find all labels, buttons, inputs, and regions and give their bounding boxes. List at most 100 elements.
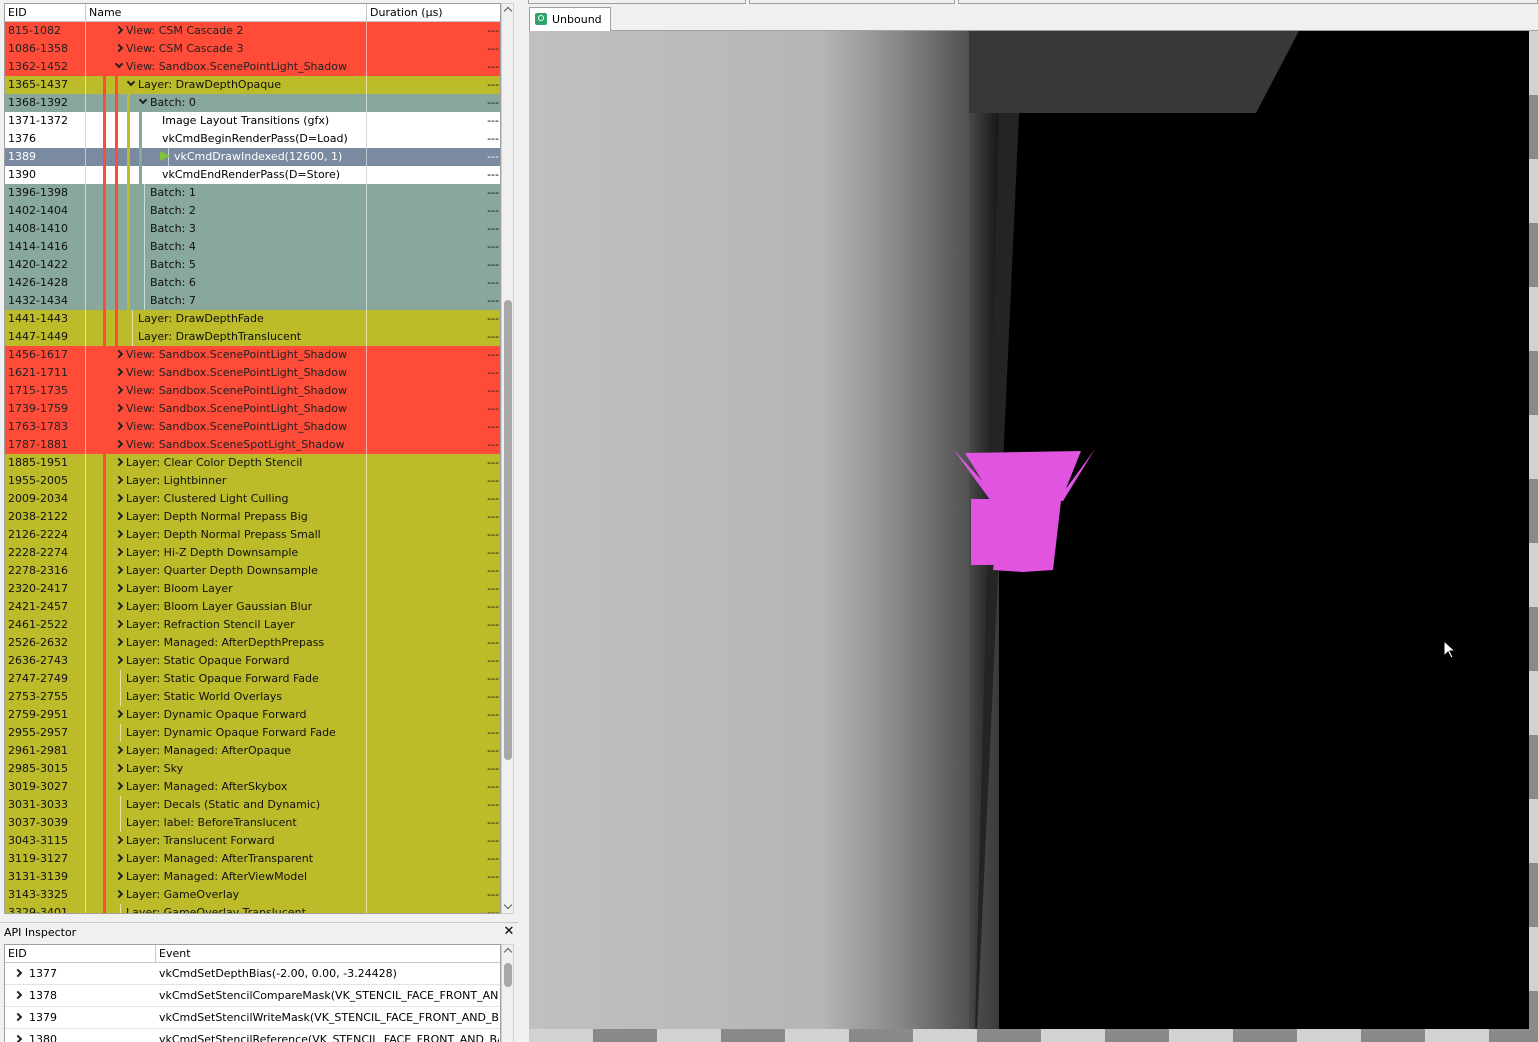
- chevron-right-icon[interactable]: [114, 619, 124, 629]
- event-row[interactable]: 1390 vkCmdEndRenderPass(D=Store) ---: [5, 166, 500, 184]
- bookmark-flag-icon[interactable]: [160, 151, 170, 161]
- scroll-up-icon[interactable]: [503, 6, 513, 16]
- chevron-right-icon[interactable]: [114, 493, 124, 503]
- event-row[interactable]: 2421-2457 Layer: Bloom Layer Gaussian Blu…: [5, 598, 500, 616]
- event-row[interactable]: 2009-2034 Layer: Clustered Light Culling -…: [5, 490, 500, 508]
- chevron-right-icon[interactable]: [114, 853, 124, 863]
- event-row[interactable]: 1414-1416 Batch: 4 ---: [5, 238, 500, 256]
- event-row[interactable]: 1441-1443 Layer: DrawDepthFade ---: [5, 310, 500, 328]
- chevron-right-icon[interactable]: [114, 655, 124, 665]
- event-row[interactable]: 2228-2274 Layer: Hi-Z Depth Downsample ---: [5, 544, 500, 562]
- event-row[interactable]: 2759-2951 Layer: Dynamic Opaque Forward --…: [5, 706, 500, 724]
- event-row[interactable]: 2320-2417 Layer: Bloom Layer ---: [5, 580, 500, 598]
- event-row[interactable]: 1368-1392 Batch: 0 ---: [5, 94, 500, 112]
- chevron-right-icon[interactable]: [13, 968, 23, 978]
- event-row[interactable]: 1787-1881 View: Sandbox.SceneSpotLight_Sh…: [5, 436, 500, 454]
- chevron-right-icon[interactable]: [114, 421, 124, 431]
- event-row[interactable]: 2955-2957 Layer: Dynamic Opaque Forward F…: [5, 724, 500, 742]
- toolbar-tab-1[interactable]: [528, 0, 746, 4]
- event-row[interactable]: 2126-2224 Layer: Depth Normal Prepass Sma…: [5, 526, 500, 544]
- event-row[interactable]: 2526-2632 Layer: Managed: AfterDepthPrepa…: [5, 634, 500, 652]
- scroll-up-icon[interactable]: [503, 947, 513, 957]
- scroll-thumb[interactable]: [504, 300, 512, 760]
- chevron-right-icon[interactable]: [114, 871, 124, 881]
- api-list-scrollbar[interactable]: [501, 944, 514, 1042]
- api-event-row[interactable]: 1379 vkCmdSetStencilWriteMask(VK_STENCIL_…: [5, 1007, 500, 1029]
- scroll-down-icon[interactable]: [503, 900, 513, 910]
- chevron-right-icon[interactable]: [114, 781, 124, 791]
- chevron-down-icon[interactable]: [114, 59, 124, 69]
- event-row[interactable]: 1402-1404 Batch: 2 ---: [5, 202, 500, 220]
- panel-splitter[interactable]: [518, 0, 528, 1042]
- event-row[interactable]: 1086-1358 View: CSM Cascade 3 ---: [5, 40, 500, 58]
- column-header-duration[interactable]: Duration (µs): [367, 4, 500, 22]
- texture-viewport[interactable]: [529, 31, 1529, 1029]
- tab-unbound[interactable]: Unbound: [529, 7, 611, 31]
- chevron-down-icon[interactable]: [138, 95, 148, 105]
- event-row[interactable]: 2461-2522 Layer: Refraction Stencil Layer…: [5, 616, 500, 634]
- api-event-row[interactable]: 1380 vkCmdSetStencilReference(VK_STENCIL_…: [5, 1029, 500, 1042]
- chevron-right-icon[interactable]: [13, 1012, 23, 1022]
- chevron-right-icon[interactable]: [114, 547, 124, 557]
- event-row[interactable]: 1376 vkCmdBeginRenderPass(D=Load) ---: [5, 130, 500, 148]
- chevron-right-icon[interactable]: [114, 745, 124, 755]
- event-row[interactable]: 3119-3127 Layer: Managed: AfterTransparen…: [5, 850, 500, 868]
- event-row[interactable]: 2985-3015 Layer: Sky ---: [5, 760, 500, 778]
- chevron-right-icon[interactable]: [114, 439, 124, 449]
- column-header-event[interactable]: Event: [156, 945, 500, 963]
- chevron-right-icon[interactable]: [114, 601, 124, 611]
- event-row[interactable]: 1456-1617 View: Sandbox.ScenePointLight_S…: [5, 346, 500, 364]
- chevron-right-icon[interactable]: [114, 763, 124, 773]
- toolbar-tab-2[interactable]: [749, 0, 955, 4]
- chevron-right-icon[interactable]: [114, 709, 124, 719]
- event-row[interactable]: 3019-3027 Layer: Managed: AfterSkybox ---: [5, 778, 500, 796]
- event-row[interactable]: 3037-3039 Layer: label: BeforeTranslucent…: [5, 814, 500, 832]
- event-row[interactable]: 1420-1422 Batch: 5 ---: [5, 256, 500, 274]
- chevron-right-icon[interactable]: [114, 25, 124, 35]
- chevron-right-icon[interactable]: [13, 1034, 23, 1042]
- chevron-right-icon[interactable]: [13, 990, 23, 1000]
- chevron-right-icon[interactable]: [114, 583, 124, 593]
- column-header-name[interactable]: Name: [86, 4, 367, 22]
- chevron-right-icon[interactable]: [114, 565, 124, 575]
- chevron-down-icon[interactable]: [126, 77, 136, 87]
- api-event-row[interactable]: 1378 vkCmdSetStencilCompareMask(VK_STENCI…: [5, 985, 500, 1007]
- event-row[interactable]: 2038-2122 Layer: Depth Normal Prepass Big…: [5, 508, 500, 526]
- chevron-right-icon[interactable]: [114, 475, 124, 485]
- event-row[interactable]: 1447-1449 Layer: DrawDepthTranslucent ---: [5, 328, 500, 346]
- event-row[interactable]: 3143-3325 Layer: GameOverlay ---: [5, 886, 500, 904]
- event-row[interactable]: 1763-1783 View: Sandbox.ScenePointLight_S…: [5, 418, 500, 436]
- event-row[interactable]: 1621-1711 View: Sandbox.ScenePointLight_S…: [5, 364, 500, 382]
- chevron-right-icon[interactable]: [114, 385, 124, 395]
- chevron-right-icon[interactable]: [114, 529, 124, 539]
- event-row[interactable]: 3131-3139 Layer: Managed: AfterViewModel -…: [5, 868, 500, 886]
- chevron-right-icon[interactable]: [114, 637, 124, 647]
- chevron-right-icon[interactable]: [114, 43, 124, 53]
- event-row[interactable]: 1365-1437 Layer: DrawDepthOpaque ---: [5, 76, 500, 94]
- event-row[interactable]: 1371-1372 Image Layout Transitions (gfx) -…: [5, 112, 500, 130]
- event-row[interactable]: 2636-2743 Layer: Static Opaque Forward ---: [5, 652, 500, 670]
- chevron-right-icon[interactable]: [114, 349, 124, 359]
- event-row[interactable]: 1432-1434 Batch: 7 ---: [5, 292, 500, 310]
- event-row[interactable]: 3031-3033 Layer: Decals (Static and Dynam…: [5, 796, 500, 814]
- event-row[interactable]: 3329-3401 Layer: GameOverlay Translucent -…: [5, 904, 500, 913]
- event-row[interactable]: 1885-1951 Layer: Clear Color Depth Stenci…: [5, 454, 500, 472]
- event-tree-scrollbar[interactable]: [501, 3, 514, 914]
- column-header-eid[interactable]: EID: [5, 4, 86, 22]
- event-row[interactable]: 1362-1452 View: Sandbox.ScenePointLight_S…: [5, 58, 500, 76]
- event-row[interactable]: 1955-2005 Layer: Lightbinner ---: [5, 472, 500, 490]
- event-row[interactable]: 1396-1398 Batch: 1 ---: [5, 184, 500, 202]
- scroll-thumb[interactable]: [504, 963, 512, 987]
- event-row[interactable]: 1426-1428 Batch: 6 ---: [5, 274, 500, 292]
- toolbar-tab-3[interactable]: [958, 0, 1538, 4]
- event-row[interactable]: 3043-3115 Layer: Translucent Forward ---: [5, 832, 500, 850]
- event-row[interactable]: 2278-2316 Layer: Quarter Depth Downsample…: [5, 562, 500, 580]
- chevron-right-icon[interactable]: [114, 457, 124, 467]
- event-row[interactable]: 815-1082 View: CSM Cascade 2 ---: [5, 22, 500, 40]
- event-row[interactable]: 1389 vkCmdDrawIndexed(12600, 1) ---: [5, 148, 500, 166]
- api-event-row[interactable]: 1377 vkCmdSetDepthBias(-2.00, 0.00, -3.24…: [5, 963, 500, 985]
- event-row[interactable]: 2961-2981 Layer: Managed: AfterOpaque ---: [5, 742, 500, 760]
- chevron-right-icon[interactable]: [114, 403, 124, 413]
- close-icon[interactable]: ✕: [503, 925, 515, 939]
- event-row[interactable]: 1715-1735 View: Sandbox.ScenePointLight_S…: [5, 382, 500, 400]
